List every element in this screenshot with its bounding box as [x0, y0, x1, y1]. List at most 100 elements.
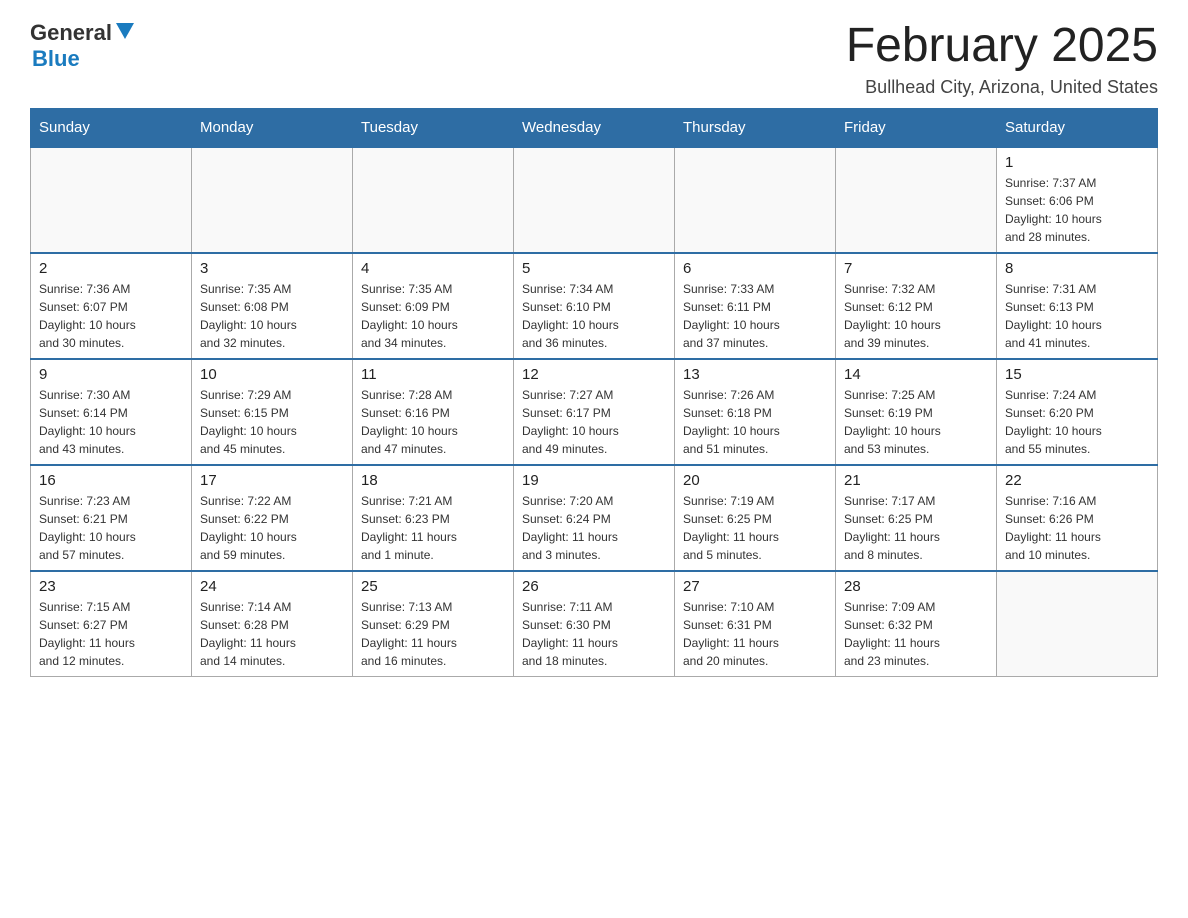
weekday-header-tuesday: Tuesday — [353, 108, 514, 147]
day-number: 18 — [361, 472, 505, 489]
calendar-cell: 5 Sunrise: 7:34 AM Sunset: 6:10 PM Daylig… — [514, 253, 675, 359]
calendar-cell: 28 Sunrise: 7:09 AM Sunset: 6:32 PM Dayli… — [836, 571, 997, 677]
day-info: Sunrise: 7:20 AM Sunset: 6:24 PM Dayligh… — [522, 492, 666, 564]
calendar-cell: 14 Sunrise: 7:25 AM Sunset: 6:19 PM Dayli… — [836, 359, 997, 465]
day-info: Sunrise: 7:23 AM Sunset: 6:21 PM Dayligh… — [39, 492, 183, 564]
day-number: 2 — [39, 260, 183, 277]
day-info: Sunrise: 7:13 AM Sunset: 6:29 PM Dayligh… — [361, 598, 505, 670]
calendar-cell: 3 Sunrise: 7:35 AM Sunset: 6:08 PM Daylig… — [192, 253, 353, 359]
day-info: Sunrise: 7:15 AM Sunset: 6:27 PM Dayligh… — [39, 598, 183, 670]
page-header: General Blue February 2025 Bullhead City… — [30, 20, 1158, 98]
day-number: 21 — [844, 472, 988, 489]
calendar-cell: 11 Sunrise: 7:28 AM Sunset: 6:16 PM Dayli… — [353, 359, 514, 465]
weekday-header-wednesday: Wednesday — [514, 108, 675, 147]
day-info: Sunrise: 7:09 AM Sunset: 6:32 PM Dayligh… — [844, 598, 988, 670]
calendar-cell: 21 Sunrise: 7:17 AM Sunset: 6:25 PM Dayli… — [836, 465, 997, 571]
day-info: Sunrise: 7:35 AM Sunset: 6:09 PM Dayligh… — [361, 280, 505, 352]
calendar-cell: 15 Sunrise: 7:24 AM Sunset: 6:20 PM Dayli… — [997, 359, 1158, 465]
day-info: Sunrise: 7:33 AM Sunset: 6:11 PM Dayligh… — [683, 280, 827, 352]
day-number: 3 — [200, 260, 344, 277]
day-number: 15 — [1005, 366, 1149, 383]
day-info: Sunrise: 7:28 AM Sunset: 6:16 PM Dayligh… — [361, 386, 505, 458]
calendar-cell — [31, 147, 192, 253]
calendar-cell: 27Sunrise: 7:10 AM Sunset: 6:31 PM Dayli… — [675, 571, 836, 677]
day-number: 24 — [200, 578, 344, 595]
calendar-cell: 20 Sunrise: 7:19 AM Sunset: 6:25 PM Dayli… — [675, 465, 836, 571]
day-number: 9 — [39, 366, 183, 383]
calendar-cell: 8 Sunrise: 7:31 AM Sunset: 6:13 PM Daylig… — [997, 253, 1158, 359]
day-number: 23 — [39, 578, 183, 595]
day-number: 17 — [200, 472, 344, 489]
day-number: 19 — [522, 472, 666, 489]
day-info: Sunrise: 7:36 AM Sunset: 6:07 PM Dayligh… — [39, 280, 183, 352]
calendar-cell: 12 Sunrise: 7:27 AM Sunset: 6:17 PM Dayli… — [514, 359, 675, 465]
calendar-cell: 26Sunrise: 7:11 AM Sunset: 6:30 PM Dayli… — [514, 571, 675, 677]
calendar-cell: 22 Sunrise: 7:16 AM Sunset: 6:26 PM Dayli… — [997, 465, 1158, 571]
calendar-cell: 6 Sunrise: 7:33 AM Sunset: 6:11 PM Daylig… — [675, 253, 836, 359]
day-number: 12 — [522, 366, 666, 383]
day-number: 20 — [683, 472, 827, 489]
calendar-week-4: 16 Sunrise: 7:23 AM Sunset: 6:21 PM Dayli… — [31, 465, 1158, 571]
day-number: 26 — [522, 578, 666, 595]
day-number: 16 — [39, 472, 183, 489]
day-number: 8 — [1005, 260, 1149, 277]
day-number: 4 — [361, 260, 505, 277]
day-info: Sunrise: 7:32 AM Sunset: 6:12 PM Dayligh… — [844, 280, 988, 352]
title-block: February 2025 Bullhead City, Arizona, Un… — [846, 20, 1158, 98]
calendar-week-5: 23 Sunrise: 7:15 AM Sunset: 6:27 PM Dayli… — [31, 571, 1158, 677]
day-info: Sunrise: 7:25 AM Sunset: 6:19 PM Dayligh… — [844, 386, 988, 458]
day-number: 28 — [844, 578, 988, 595]
day-info: Sunrise: 7:30 AM Sunset: 6:14 PM Dayligh… — [39, 386, 183, 458]
day-info: Sunrise: 7:27 AM Sunset: 6:17 PM Dayligh… — [522, 386, 666, 458]
day-info: Sunrise: 7:17 AM Sunset: 6:25 PM Dayligh… — [844, 492, 988, 564]
day-number: 25 — [361, 578, 505, 595]
day-number: 10 — [200, 366, 344, 383]
day-info: Sunrise: 7:34 AM Sunset: 6:10 PM Dayligh… — [522, 280, 666, 352]
day-info: Sunrise: 7:31 AM Sunset: 6:13 PM Dayligh… — [1005, 280, 1149, 352]
day-info: Sunrise: 7:14 AM Sunset: 6:28 PM Dayligh… — [200, 598, 344, 670]
day-info: Sunrise: 7:16 AM Sunset: 6:26 PM Dayligh… — [1005, 492, 1149, 564]
day-info: Sunrise: 7:21 AM Sunset: 6:23 PM Dayligh… — [361, 492, 505, 564]
day-number: 27 — [683, 578, 827, 595]
month-title: February 2025 — [846, 20, 1158, 73]
calendar-cell: 25 Sunrise: 7:13 AM Sunset: 6:29 PM Dayli… — [353, 571, 514, 677]
calendar-cell — [353, 147, 514, 253]
day-info: Sunrise: 7:24 AM Sunset: 6:20 PM Dayligh… — [1005, 386, 1149, 458]
day-number: 11 — [361, 366, 505, 383]
calendar-cell: 16 Sunrise: 7:23 AM Sunset: 6:21 PM Dayli… — [31, 465, 192, 571]
calendar-week-1: 1 Sunrise: 7:37 AM Sunset: 6:06 PM Daylig… — [31, 147, 1158, 253]
day-number: 5 — [522, 260, 666, 277]
day-number: 13 — [683, 366, 827, 383]
calendar-cell — [192, 147, 353, 253]
weekday-header-row: SundayMondayTuesdayWednesdayThursdayFrid… — [31, 108, 1158, 147]
logo-blue-text: Blue — [32, 46, 80, 71]
calendar-cell — [514, 147, 675, 253]
calendar-cell: 13Sunrise: 7:26 AM Sunset: 6:18 PM Dayli… — [675, 359, 836, 465]
calendar-cell: 7 Sunrise: 7:32 AM Sunset: 6:12 PM Daylig… — [836, 253, 997, 359]
day-number: 7 — [844, 260, 988, 277]
calendar-cell: 1 Sunrise: 7:37 AM Sunset: 6:06 PM Daylig… — [997, 147, 1158, 253]
day-info: Sunrise: 7:22 AM Sunset: 6:22 PM Dayligh… — [200, 492, 344, 564]
calendar-cell: 4 Sunrise: 7:35 AM Sunset: 6:09 PM Daylig… — [353, 253, 514, 359]
calendar-cell: 24 Sunrise: 7:14 AM Sunset: 6:28 PM Dayli… — [192, 571, 353, 677]
calendar-week-2: 2 Sunrise: 7:36 AM Sunset: 6:07 PM Daylig… — [31, 253, 1158, 359]
logo: General Blue — [30, 20, 134, 72]
day-info: Sunrise: 7:19 AM Sunset: 6:25 PM Dayligh… — [683, 492, 827, 564]
weekday-header-sunday: Sunday — [31, 108, 192, 147]
calendar-cell: 9 Sunrise: 7:30 AM Sunset: 6:14 PM Daylig… — [31, 359, 192, 465]
day-number: 14 — [844, 366, 988, 383]
weekday-header-friday: Friday — [836, 108, 997, 147]
calendar-cell: 19 Sunrise: 7:20 AM Sunset: 6:24 PM Dayli… — [514, 465, 675, 571]
weekday-header-saturday: Saturday — [997, 108, 1158, 147]
day-info: Sunrise: 7:35 AM Sunset: 6:08 PM Dayligh… — [200, 280, 344, 352]
calendar-cell: 2 Sunrise: 7:36 AM Sunset: 6:07 PM Daylig… — [31, 253, 192, 359]
day-number: 22 — [1005, 472, 1149, 489]
day-number: 6 — [683, 260, 827, 277]
day-info: Sunrise: 7:37 AM Sunset: 6:06 PM Dayligh… — [1005, 174, 1149, 246]
logo-arrow-icon — [116, 23, 134, 44]
calendar-week-3: 9 Sunrise: 7:30 AM Sunset: 6:14 PM Daylig… — [31, 359, 1158, 465]
weekday-header-thursday: Thursday — [675, 108, 836, 147]
calendar-cell: 10Sunrise: 7:29 AM Sunset: 6:15 PM Dayli… — [192, 359, 353, 465]
logo-general-text: General — [30, 20, 112, 46]
day-number: 1 — [1005, 154, 1149, 171]
